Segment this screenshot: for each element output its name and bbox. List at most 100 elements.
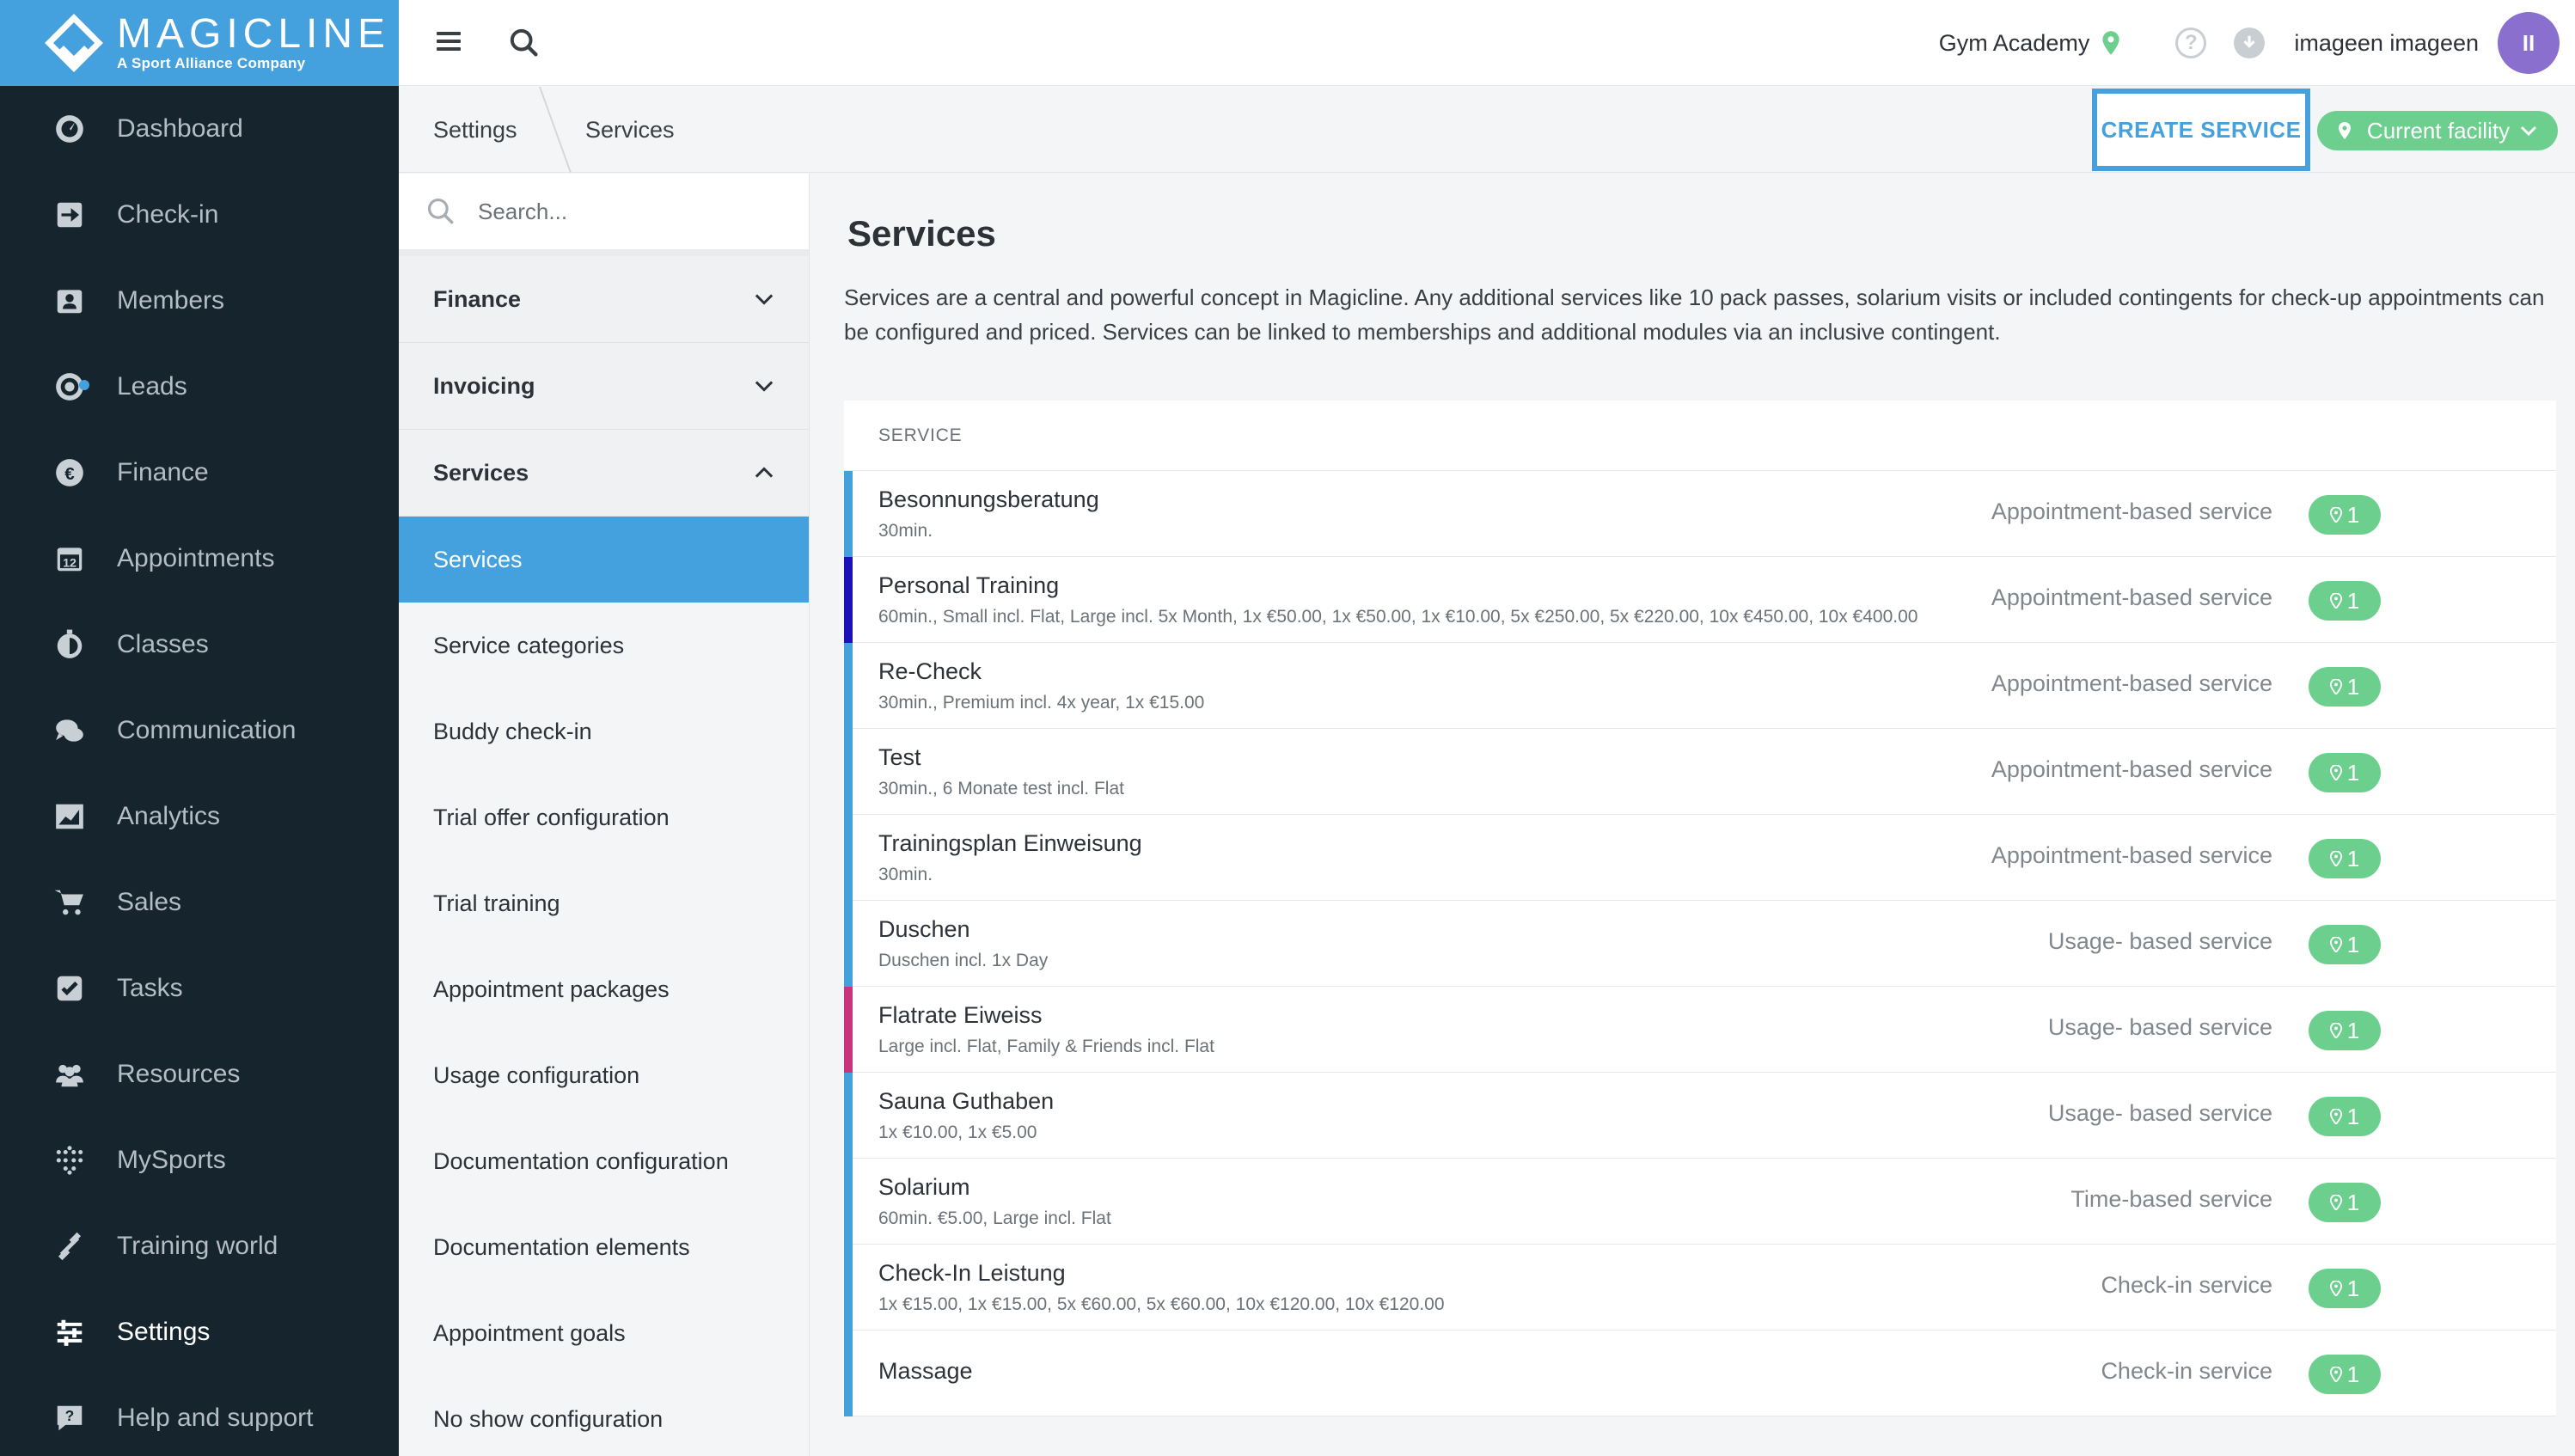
- service-type: Appointment-based service: [1991, 842, 2272, 868]
- service-details: Large incl. Flat, Family & Friends incl.…: [878, 1037, 1214, 1056]
- table-row[interactable]: Sauna Guthaben 1x €10.00, 1x €5.00 Usage- …: [844, 1073, 2556, 1159]
- subnav-item-appointment-packages[interactable]: Appointment packages: [399, 946, 809, 1032]
- nav-item-appointments[interactable]: 12 Appointments: [0, 516, 399, 602]
- table-row[interactable]: Check-In Leistung 1x €15.00, 1x €15.00, 5…: [844, 1245, 2556, 1331]
- table-row[interactable]: Test 30min., 6 Monate test incl. Flat Appo…: [844, 729, 2556, 815]
- breadcrumb-settings[interactable]: Settings: [433, 87, 517, 173]
- category-color-bar: [844, 1331, 853, 1416]
- facility-count-badge: 1: [2309, 753, 2381, 792]
- service-details: 30min., 6 Monate test incl. Flat: [878, 779, 1124, 798]
- nav-item-tasks[interactable]: Tasks: [0, 945, 399, 1031]
- nav-item-communication[interactable]: Communication: [0, 688, 399, 774]
- subnav-item-services[interactable]: Services: [399, 517, 809, 603]
- nav-item-check-in[interactable]: Check-in: [0, 172, 399, 258]
- subnav-group-label: Services: [433, 459, 529, 486]
- subnav-item-trial-training[interactable]: Trial training: [399, 860, 809, 946]
- location-pin-icon: [2329, 760, 2347, 786]
- grid-icon: [53, 1144, 86, 1177]
- subnav-item-documentation-configuration[interactable]: Documentation configuration: [399, 1118, 809, 1204]
- avatar[interactable]: II: [2498, 12, 2560, 74]
- user-name[interactable]: imageen imageen: [2294, 30, 2479, 57]
- magicline-logo-icon: [41, 10, 107, 76]
- service-name: Flatrate Eiweiss: [878, 1002, 1043, 1028]
- nav-item-label: Resources: [117, 1060, 241, 1088]
- search-input[interactable]: [478, 198, 787, 225]
- facility-count-badge: 1: [2309, 581, 2381, 621]
- service-name: Trainingsplan Einweisung: [878, 830, 1142, 856]
- table-row[interactable]: Solarium 60min. €5.00, Large incl. Flat Ti…: [844, 1159, 2556, 1245]
- facility-count: 1: [2346, 759, 2360, 786]
- table-row[interactable]: Duschen Duschen incl. 1x Day Usage- based …: [844, 901, 2556, 987]
- service-details: 1x €15.00, 1x €15.00, 5x €60.00, 5x €60.…: [878, 1294, 1445, 1314]
- facility-count-badge: 1: [2309, 1355, 2381, 1394]
- table-row[interactable]: Massage Check-in service 1: [844, 1331, 2556, 1416]
- nav-item-resources[interactable]: Resources: [0, 1031, 399, 1117]
- facility-count-badge: 1: [2309, 839, 2381, 878]
- nav-item-help-and-support[interactable]: ? Help and support: [0, 1375, 399, 1456]
- search-icon[interactable]: [507, 26, 541, 60]
- subnav-item-usage-configuration[interactable]: Usage configuration: [399, 1032, 809, 1118]
- nav-item-finance[interactable]: € Finance: [0, 430, 399, 516]
- create-service-button[interactable]: CREATE SERVICE: [2092, 89, 2310, 171]
- nav-item-dashboard[interactable]: Dashboard: [0, 86, 399, 172]
- subnav-item-documentation-elements[interactable]: Documentation elements: [399, 1204, 809, 1290]
- facility-selector[interactable]: Gym Academy: [1939, 30, 2121, 57]
- nav-item-sales[interactable]: Sales: [0, 860, 399, 945]
- nav-item-members[interactable]: Members: [0, 258, 399, 344]
- table-row[interactable]: Besonnungsberatung 30min. Appointment-base…: [844, 471, 2556, 557]
- top-bar: Gym Academy ? imageen imageen II: [399, 0, 2575, 86]
- service-details: 30min.: [878, 521, 933, 541]
- table-row[interactable]: Personal Training 60min., Small incl. Fla…: [844, 557, 2556, 643]
- chevron-up-icon: [755, 467, 774, 478]
- services-table: SERVICE Besonnungsberatung 30min. Appointm…: [844, 401, 2556, 1416]
- nav-item-mysports[interactable]: MySports: [0, 1117, 399, 1203]
- hamburger-menu-icon[interactable]: [433, 28, 464, 58]
- chevron-down-icon: [755, 294, 774, 305]
- chat-icon: [53, 714, 86, 747]
- download-icon[interactable]: [2234, 28, 2266, 58]
- facility-name: Gym Academy: [1938, 29, 2090, 56]
- table-row[interactable]: Trainingsplan Einweisung 30min. Appointmen…: [844, 815, 2556, 901]
- subnav-item-trial-offer-configuration[interactable]: Trial offer configuration: [399, 774, 809, 860]
- people-icon: [53, 1058, 86, 1091]
- page-title: Services: [847, 213, 996, 254]
- brand-logo[interactable]: MAGICLINE A Sport Alliance Company: [0, 0, 399, 86]
- subnav-group-services[interactable]: Services: [399, 430, 809, 517]
- facility-count: 1: [2346, 1103, 2360, 1129]
- subnav-item-buddy-check-in[interactable]: Buddy check-in: [399, 688, 809, 774]
- location-pin-icon: [2329, 1276, 2347, 1302]
- service-name: Check-In Leistung: [878, 1260, 1066, 1286]
- subnav-group-invoicing[interactable]: Invoicing: [399, 343, 809, 430]
- facility-count: 1: [2346, 1275, 2360, 1301]
- subnav-item-no-show-configuration[interactable]: No show configuration: [399, 1376, 809, 1456]
- table-row[interactable]: Flatrate Eiweiss Large incl. Flat, Family…: [844, 987, 2556, 1073]
- category-color-bar: [844, 557, 853, 643]
- category-color-bar: [844, 815, 853, 901]
- current-facility-dropdown[interactable]: Current facility: [2317, 111, 2558, 150]
- facility-count-badge: 1: [2309, 1183, 2381, 1222]
- nav-item-leads[interactable]: Leads: [0, 344, 399, 430]
- nav-item-training-world[interactable]: Training world: [0, 1203, 399, 1289]
- breadcrumb-services[interactable]: Services: [585, 87, 675, 173]
- page-description: Services are a central and powerful conc…: [844, 284, 2545, 345]
- nav-item-analytics[interactable]: Analytics: [0, 774, 399, 860]
- category-color-bar: [844, 1073, 853, 1159]
- nav-item-classes[interactable]: Classes: [0, 602, 399, 688]
- location-pin-icon: [2329, 588, 2347, 615]
- nav-item-label: Dashboard: [117, 114, 243, 143]
- help-icon[interactable]: ?: [2175, 28, 2207, 58]
- category-color-bar: [844, 987, 853, 1073]
- subnav-item-appointment-goals[interactable]: Appointment goals: [399, 1290, 809, 1376]
- location-pin-icon: [2329, 846, 2347, 872]
- subnav-group-finance[interactable]: Finance: [399, 256, 809, 343]
- nav-item-label: Training world: [117, 1232, 278, 1260]
- check-in-icon: [53, 199, 86, 231]
- facility-count: 1: [2346, 501, 2360, 528]
- main-content: Services Services are a central and powe…: [810, 174, 2575, 1456]
- table-row[interactable]: Re-Check 30min., Premium incl. 4x year, 1…: [844, 643, 2556, 729]
- nav-item-label: Tasks: [117, 974, 183, 1002]
- service-name: Personal Training: [878, 572, 1060, 598]
- subnav-item-service-categories[interactable]: Service categories: [399, 603, 809, 688]
- dumbbell-icon: [53, 1230, 86, 1263]
- nav-item-settings[interactable]: Settings: [0, 1289, 399, 1375]
